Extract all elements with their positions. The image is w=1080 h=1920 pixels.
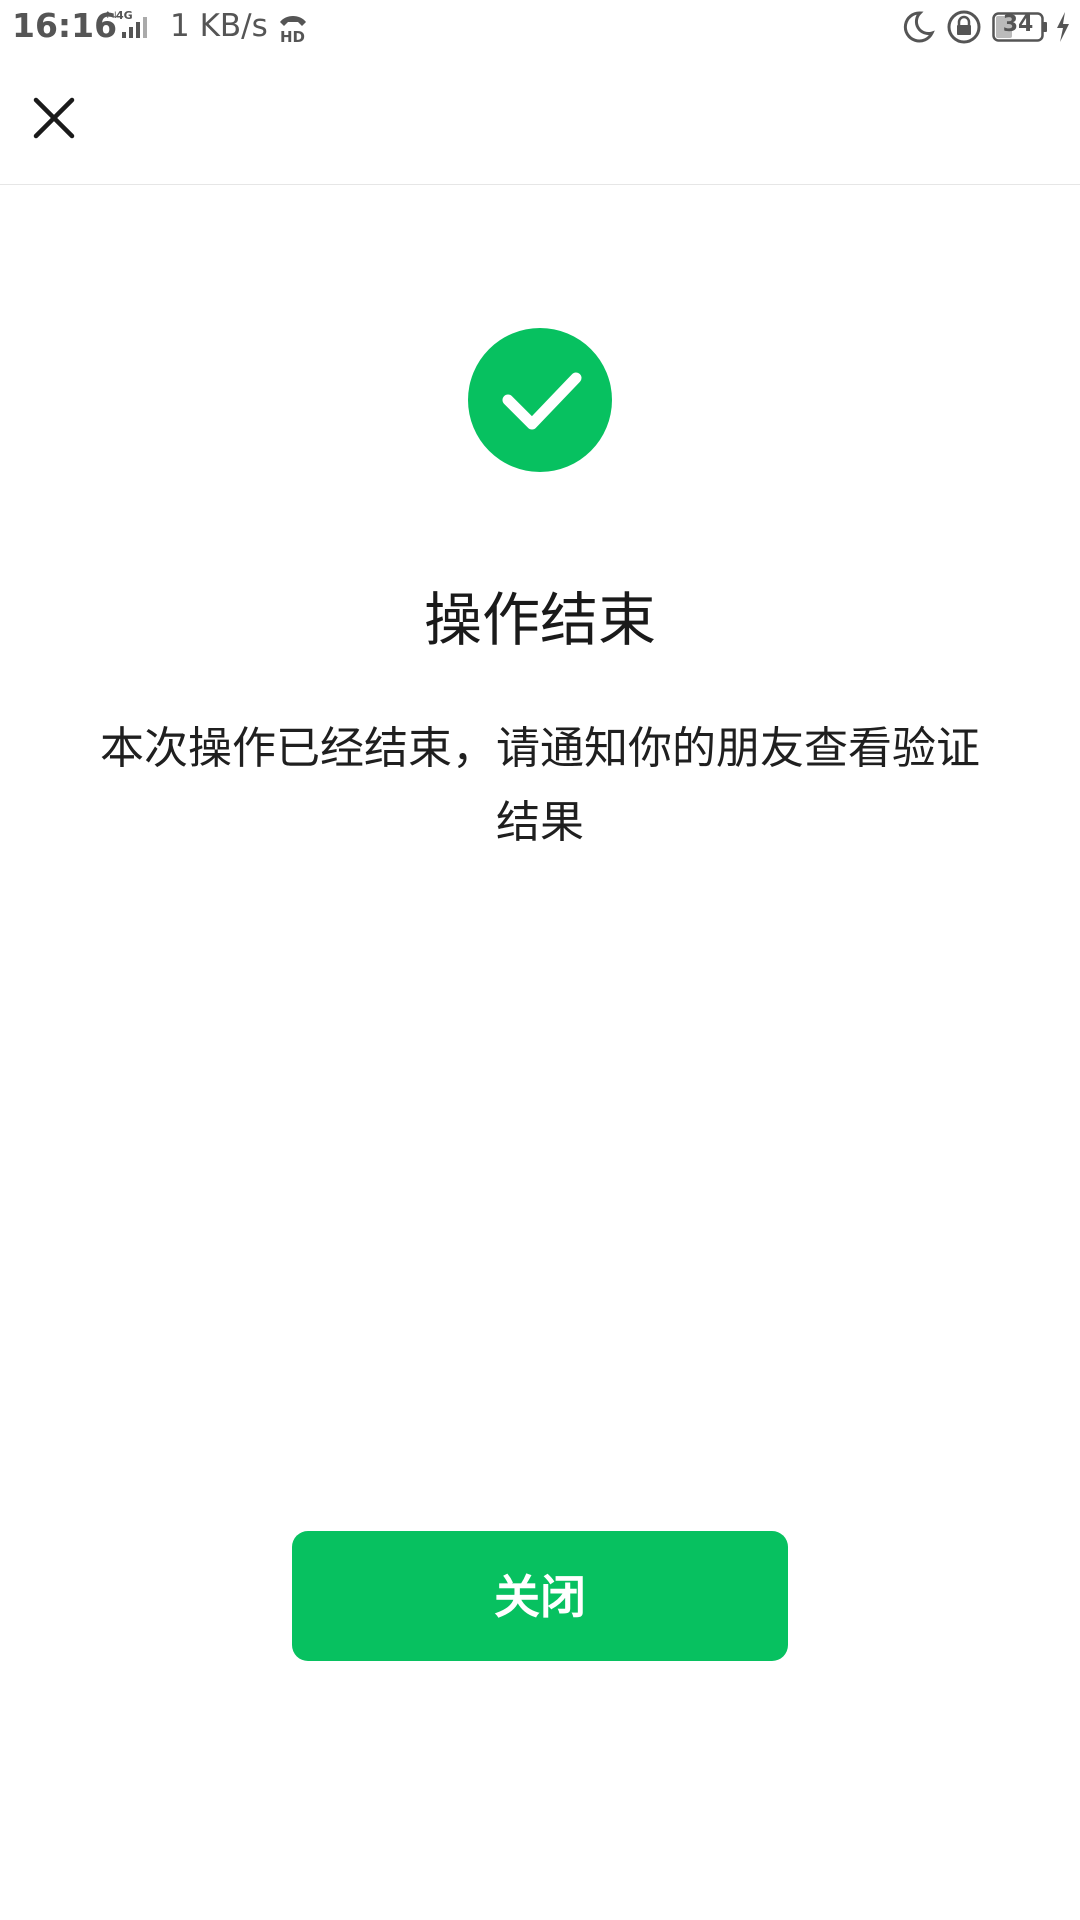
battery-icon: 34 [992,11,1048,43]
check-circle-icon [468,328,612,472]
screen: 16:16 ↑↓ 4G 1 KB/s HD 34 操作结束 本次操作已经结束，请… [0,0,1080,1920]
hd-label: HD [280,28,305,44]
nav-bar [0,60,1080,185]
network-speed: 1 KB/s [170,8,268,44]
do-not-disturb-moon-icon [898,9,936,45]
charging-icon [1054,10,1072,44]
close-icon[interactable] [26,90,82,146]
battery-level: 34 [1002,12,1034,37]
rotation-lock-icon [946,9,982,45]
hd-call-icon: HD [276,10,310,46]
result-description: 本次操作已经结束，请通知你的朋友查看验证结果 [100,723,980,848]
network-type: 4G [116,9,133,22]
close-button[interactable]: 关闭 [292,1531,788,1661]
status-bar: 16:16 ↑↓ 4G 1 KB/s HD 34 [0,0,1080,60]
signal-icon: ↑↓ 4G [102,8,160,42]
page-title: 操作结束 [423,586,656,654]
